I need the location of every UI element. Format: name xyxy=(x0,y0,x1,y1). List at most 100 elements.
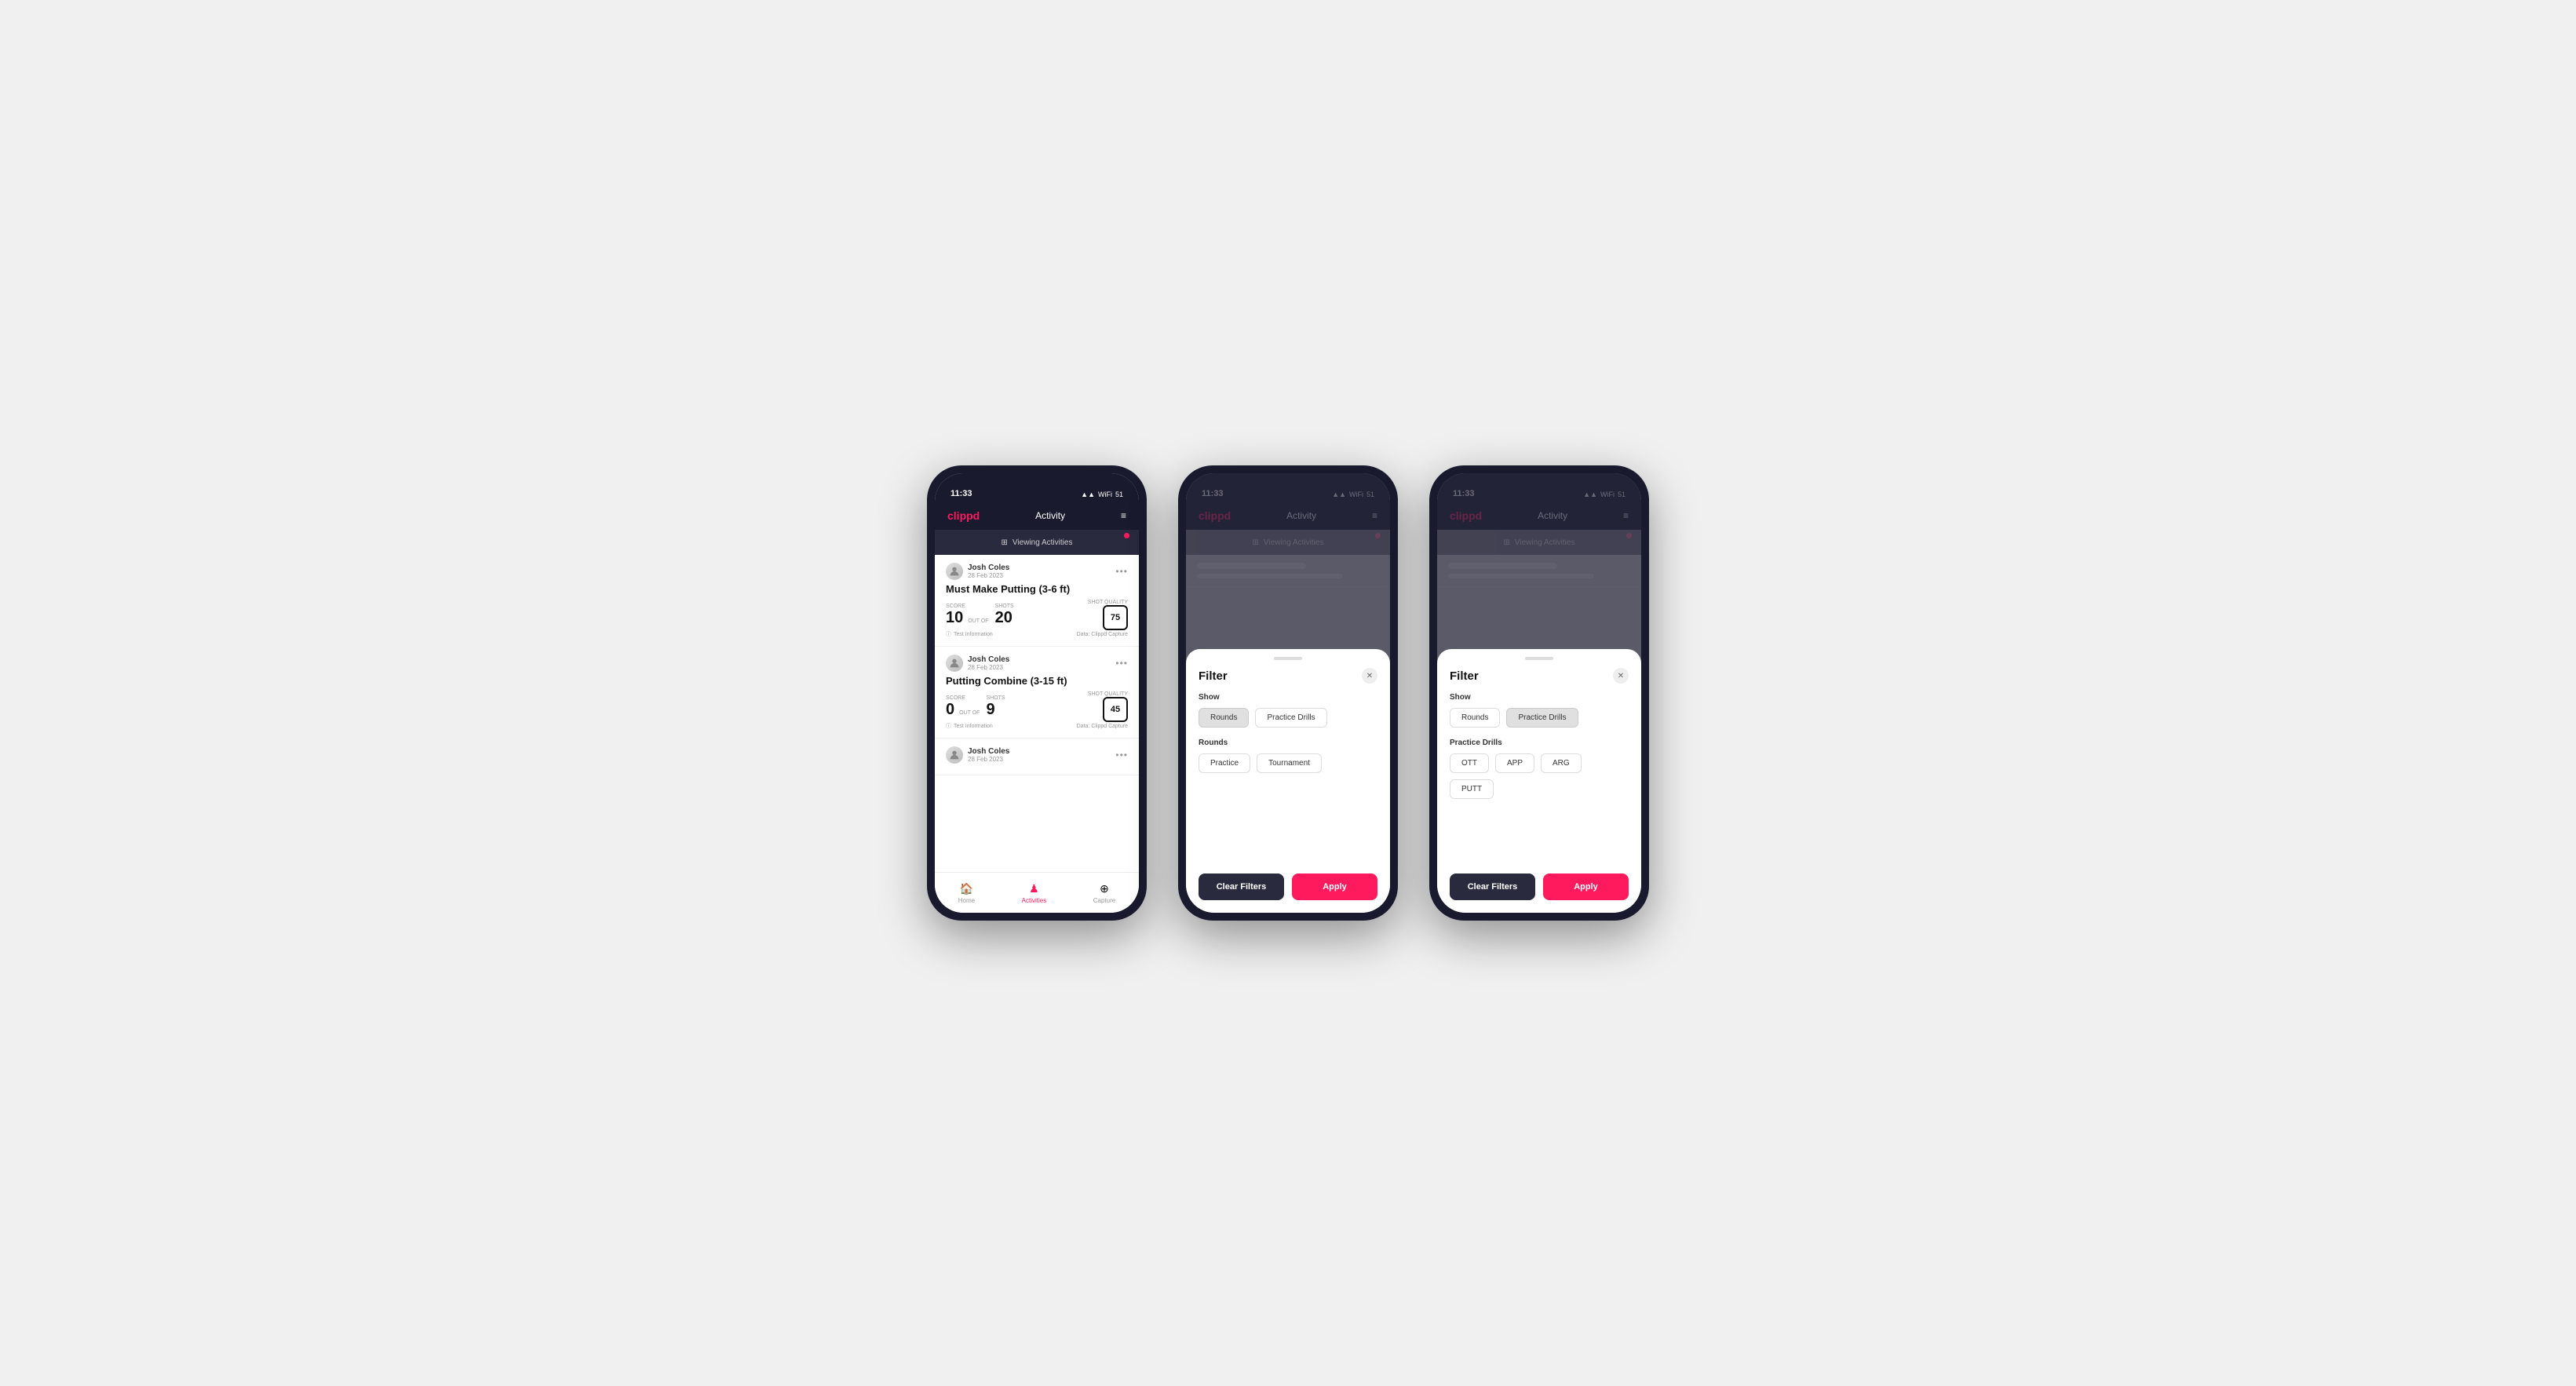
show-rounds-btn-3[interactable]: Rounds xyxy=(1450,708,1500,728)
filter-overlay-3: Filter ✕ Show Rounds Practice Drills Pra… xyxy=(1437,473,1641,913)
shots-value-2: 9 xyxy=(986,701,994,718)
card-title-1: Must Make Putting (3-6 ft) xyxy=(946,583,1128,595)
score-label-1: Score xyxy=(946,604,991,609)
modal-header-2: Filter ✕ xyxy=(1199,668,1377,684)
sq-label-1: Shot Quality xyxy=(1088,600,1128,605)
signal-icon: ▲▲ xyxy=(1081,491,1095,498)
drills-arg-btn-3[interactable]: ARG xyxy=(1541,753,1582,773)
score-value-2: 0 xyxy=(946,701,954,719)
battery-icon: 51 xyxy=(1115,491,1123,498)
wifi-icon: WiFi xyxy=(1098,491,1112,498)
card-title-2: Putting Combine (3-15 ft) xyxy=(946,675,1128,687)
shot-quality-1: 75 xyxy=(1103,605,1128,630)
out-of-2: OUT OF xyxy=(959,710,980,716)
modal-footer-3: Clear Filters Apply xyxy=(1450,874,1629,900)
capture-icon-1: ⊕ xyxy=(1100,882,1109,895)
show-drills-btn-3[interactable]: Practice Drills xyxy=(1506,708,1578,728)
phone-2: 11:33 ▲▲ WiFi 51 clippd Activity ≡ ⊞ Vie… xyxy=(1178,465,1398,921)
shot-quality-2: 45 xyxy=(1103,697,1128,722)
card-header-2: Josh Coles 28 Feb 2023 ••• xyxy=(946,655,1128,672)
test-info-2: ⓘ Test Information xyxy=(946,722,993,730)
filter-close-3[interactable]: ✕ xyxy=(1613,668,1629,684)
user-date-1: 28 Feb 2023 xyxy=(968,572,1009,579)
user-name-3: Josh Coles xyxy=(968,747,1009,756)
drills-buttons-3: OTT APP ARG PUTT xyxy=(1450,753,1629,799)
user-date-3: 28 Feb 2023 xyxy=(968,756,1009,763)
sq-label-2: Shot Quality xyxy=(1088,691,1128,697)
activities-icon-1: ♟ xyxy=(1029,882,1039,895)
modal-handle-3 xyxy=(1525,657,1553,660)
user-name-1: Josh Coles xyxy=(968,564,1009,572)
avatar-2 xyxy=(946,655,963,672)
shots-label-1: Shots xyxy=(995,604,1014,609)
card-footer-2: ⓘ Test Information Data: Clippd Capture xyxy=(946,722,1128,730)
filter-title-2: Filter xyxy=(1199,669,1228,683)
user-info-3: Josh Coles 28 Feb 2023 xyxy=(946,746,1009,764)
activity-card-2: Josh Coles 28 Feb 2023 ••• Putting Combi… xyxy=(935,647,1139,739)
drills-app-btn-3[interactable]: APP xyxy=(1495,753,1534,773)
card-footer-1: ⓘ Test Information Data: Clippd Capture xyxy=(946,630,1128,638)
drills-putt-btn-3[interactable]: PUTT xyxy=(1450,779,1494,799)
info-icon-2: ⓘ xyxy=(946,722,951,730)
activity-card-1: Josh Coles 28 Feb 2023 ••• Must Make Put… xyxy=(935,555,1139,647)
drills-section-label-3: Practice Drills xyxy=(1450,739,1629,747)
more-menu-3[interactable]: ••• xyxy=(1115,750,1128,760)
top-nav-1: clippd Activity ≡ xyxy=(935,502,1139,530)
user-name-2: Josh Coles xyxy=(968,655,1009,664)
nav-activities-1[interactable]: ♟ Activities xyxy=(1022,882,1047,904)
content-1: Josh Coles 28 Feb 2023 ••• Must Make Put… xyxy=(935,555,1139,872)
drills-ott-btn-3[interactable]: OTT xyxy=(1450,753,1489,773)
rounds-practice-btn-2[interactable]: Practice xyxy=(1199,753,1250,773)
filter-backdrop-3 xyxy=(1437,473,1641,671)
clear-filters-btn-2[interactable]: Clear Filters xyxy=(1199,874,1284,900)
home-icon-1: 🏠 xyxy=(960,882,973,895)
more-menu-2[interactable]: ••• xyxy=(1115,658,1128,669)
activities-label-1: Activities xyxy=(1022,897,1047,904)
hamburger-icon-1[interactable]: ≡ xyxy=(1121,510,1126,521)
logo-1: clippd xyxy=(947,509,980,522)
modal-handle-2 xyxy=(1274,657,1302,660)
avatar-1 xyxy=(946,563,963,580)
show-rounds-btn-2[interactable]: Rounds xyxy=(1199,708,1249,728)
score-label-2: Score xyxy=(946,695,981,701)
show-buttons-3: Rounds Practice Drills xyxy=(1450,708,1629,728)
apply-btn-2[interactable]: Apply xyxy=(1292,874,1377,900)
user-date-2: 28 Feb 2023 xyxy=(968,664,1009,671)
capture-label-1: Capture xyxy=(1093,897,1115,904)
show-label-3: Show xyxy=(1450,693,1629,702)
filter-backdrop-2 xyxy=(1186,473,1390,671)
viewing-bar-text-1: Viewing Activities xyxy=(1013,538,1073,547)
status-icons-1: ▲▲ WiFi 51 xyxy=(1081,491,1123,498)
activity-card-3: Josh Coles 28 Feb 2023 ••• xyxy=(935,739,1139,775)
bottom-nav-1: 🏠 Home ♟ Activities ⊕ Capture xyxy=(935,872,1139,913)
rounds-buttons-2: Practice Tournament xyxy=(1199,753,1377,773)
info-icon-1: ⓘ xyxy=(946,630,951,638)
nav-title-1: Activity xyxy=(1035,510,1065,521)
home-label-1: Home xyxy=(958,897,975,904)
nav-home-1[interactable]: 🏠 Home xyxy=(958,882,975,904)
filter-icon-1: ⊞ xyxy=(1002,538,1008,547)
data-source-1: Data: Clippd Capture xyxy=(1077,632,1128,637)
filter-title-3: Filter xyxy=(1450,669,1479,683)
more-menu-1[interactable]: ••• xyxy=(1115,566,1128,577)
user-info-1: Josh Coles 28 Feb 2023 xyxy=(946,563,1009,580)
notch xyxy=(1002,465,1072,484)
avatar-3 xyxy=(946,746,963,764)
filter-modal-3: Filter ✕ Show Rounds Practice Drills Pra… xyxy=(1437,649,1641,913)
nav-capture-1[interactable]: ⊕ Capture xyxy=(1093,882,1115,904)
rounds-tournament-btn-2[interactable]: Tournament xyxy=(1257,753,1322,773)
out-of-1: OUT OF xyxy=(968,618,988,624)
filter-modal-2: Filter ✕ Show Rounds Practice Drills Rou… xyxy=(1186,649,1390,913)
show-drills-btn-2[interactable]: Practice Drills xyxy=(1255,708,1326,728)
viewing-bar-1[interactable]: ⊞ Viewing Activities xyxy=(935,530,1139,555)
score-value-1: 10 xyxy=(946,609,963,627)
clear-filters-btn-3[interactable]: Clear Filters xyxy=(1450,874,1535,900)
notification-dot-1 xyxy=(1124,533,1129,538)
show-buttons-2: Rounds Practice Drills xyxy=(1199,708,1377,728)
shots-value-1: 20 xyxy=(995,609,1013,626)
phone-1: 11:33 ▲▲ WiFi 51 clippd Activity ≡ ⊞ Vie… xyxy=(927,465,1147,921)
card-header-1: Josh Coles 28 Feb 2023 ••• xyxy=(946,563,1128,580)
modal-footer-2: Clear Filters Apply xyxy=(1199,874,1377,900)
apply-btn-3[interactable]: Apply xyxy=(1543,874,1629,900)
filter-close-2[interactable]: ✕ xyxy=(1362,668,1377,684)
